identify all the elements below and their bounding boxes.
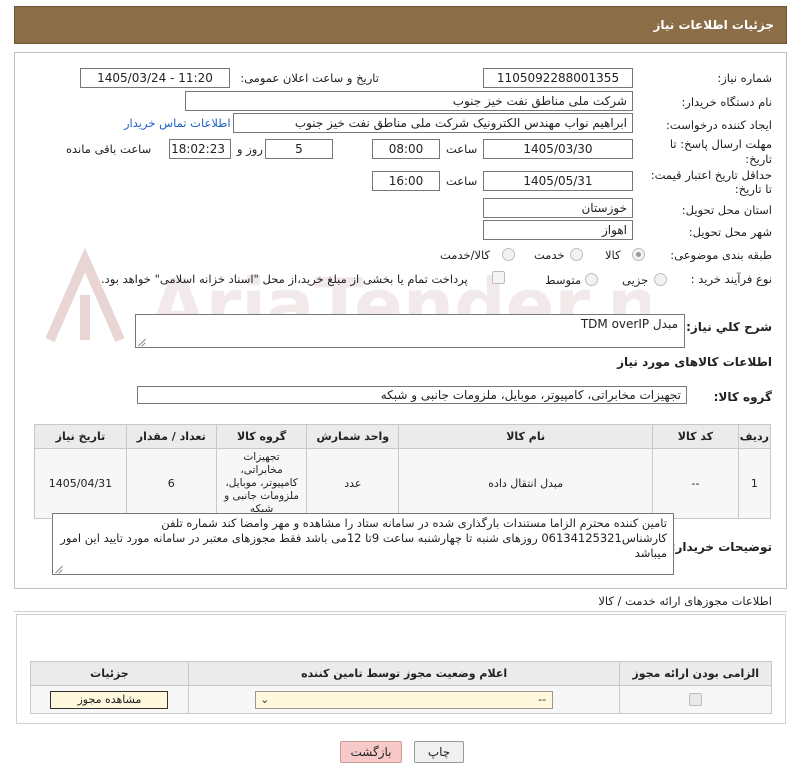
col-group: گروه کالا: [215, 424, 308, 449]
price-validity-time-label: ساعت: [446, 174, 478, 188]
cell-date: 1405/04/31: [34, 448, 127, 519]
treasury-payment-note: پرداخت تمام یا بخشی از مبلغ خرید،از محل …: [101, 272, 468, 286]
price-validity-date-label: تا تاریخ:: [734, 182, 772, 196]
deadline-date-label: تاریخ:: [745, 152, 772, 166]
buyer-notes-textarea[interactable]: تامین کننده محترم الزاما مستندات بارگذار…: [52, 513, 674, 575]
buyer-notes-label: توضیحات خریدار:: [670, 540, 772, 554]
category-option-goods: کالا: [605, 248, 621, 262]
category-option-goods-service: کالا/خدمت: [440, 248, 491, 262]
buyer-org-label: نام دستگاه خریدار:: [681, 95, 772, 109]
col-permit-status: اعلام وضعیت مجوز توسط تامین کننده: [187, 661, 621, 686]
category-radio-goods-service[interactable]: [502, 248, 515, 261]
page-title: جزئیات اطلاعات نیاز: [653, 18, 774, 32]
process-radio-medium[interactable]: [585, 273, 598, 286]
time-remaining-field: 18:02:23: [169, 139, 231, 159]
cell-row: 1: [737, 448, 772, 519]
process-option-minor: جزیی: [622, 273, 649, 287]
category-radio-service[interactable]: [570, 248, 583, 261]
goods-group-label: گروه کالا:: [713, 390, 772, 404]
need-number-label: شماره نیاز:: [717, 71, 772, 85]
cell-qty: 6: [125, 448, 217, 519]
process-option-medium: متوسط: [545, 273, 582, 287]
city-label: شهر محل تحویل:: [688, 225, 772, 239]
permit-status-value: --: [538, 692, 547, 706]
permits-table: الزامی بودن ارائه مجوز اعلام وضعیت مجوز …: [30, 661, 772, 714]
view-permit-button[interactable]: مشاهده مجوز: [50, 690, 169, 709]
section-divider: [14, 611, 787, 612]
deadline-time-field: 08:00: [372, 139, 440, 159]
col-row: ردیف: [737, 424, 772, 449]
category-option-service: خدمت: [534, 248, 565, 262]
treasury-payment-checkbox[interactable]: [492, 271, 505, 284]
col-permit-required: الزامی بودن ارائه مجوز: [619, 661, 772, 686]
description-text: مبدل TDM overIP: [580, 317, 678, 331]
description-label: شرح کلي نياز:: [686, 320, 772, 334]
permit-status-cell: ⌄ --: [187, 685, 621, 714]
buyer-contact-link[interactable]: اطلاعات تماس خریدار: [124, 116, 231, 130]
province-label: استان محل تحویل:: [681, 203, 772, 217]
price-validity-date-field: 1405/05/31: [483, 171, 633, 191]
resize-handle-icon[interactable]: [55, 565, 63, 573]
need-number-field: 1105092288001355: [483, 68, 633, 88]
category-radio-goods[interactable]: [632, 248, 645, 261]
permit-details-cell: مشاهده مجوز: [30, 685, 189, 714]
time-remaining-label: ساعت باقی مانده: [66, 142, 152, 156]
resize-handle-icon[interactable]: [138, 338, 146, 346]
permit-required-cell: [619, 685, 772, 714]
col-date: تاریخ نیاز: [34, 424, 127, 449]
city-field: اهواز: [483, 220, 633, 240]
goods-section-title: اطلاعات کالاهای مورد نیاز: [617, 355, 772, 369]
back-button[interactable]: بازگشت: [340, 741, 402, 763]
buyer-notes-text: تامین کننده محترم الزاما مستندات بارگذار…: [60, 516, 667, 560]
creator-label: ایجاد کننده درخواست:: [666, 118, 772, 132]
process-radio-minor[interactable]: [654, 273, 667, 286]
col-qty: تعداد / مقدار: [125, 424, 217, 449]
deadline-date-field: 1405/03/30: [483, 139, 633, 159]
process-type-label: نوع فرآیند خرید :: [690, 272, 772, 286]
category-label: طبقه بندی موضوعی:: [670, 248, 772, 262]
price-validity-time-field: 16:00: [372, 171, 440, 191]
permit-status-select[interactable]: ⌄ --: [255, 690, 554, 709]
province-field: خوزستان: [483, 198, 633, 218]
permits-section-title: اطلاعات مجوزهای ارائه خدمت / کالا: [598, 594, 772, 608]
description-textarea[interactable]: مبدل TDM overIP: [135, 314, 685, 348]
announce-date-label: تاریخ و ساعت اعلان عمومی:: [240, 71, 379, 85]
chevron-down-icon: ⌄: [260, 692, 270, 706]
deadline-time-label: ساعت: [446, 142, 478, 156]
price-validity-label: حداقل تاریخ اعتبار قیمت:: [650, 168, 772, 182]
goods-table: ردیف کد کالا نام کالا واحد شمارش گروه کا…: [34, 424, 772, 519]
cell-group: تجهیزات مخابراتی، کامپیوتر، موبایل، ملزو…: [215, 448, 308, 519]
table-row: ⌄ -- مشاهده مجوز: [30, 685, 772, 714]
deadline-label: مهلت ارسال پاسخ: تا: [669, 137, 772, 151]
print-button[interactable]: چاپ: [414, 741, 464, 763]
table-row: 1 -- مبدل انتقال داده عدد تجهیزات مخابرا…: [34, 448, 772, 519]
cell-name: مبدل انتقال داده: [398, 448, 654, 519]
days-remaining-field: 5: [265, 139, 333, 159]
goods-group-field: تجهیزات مخابراتی، کامپیوتر، موبایل، ملزو…: [137, 386, 687, 404]
announce-date-field: 1405/03/24 - 11:20: [80, 68, 230, 88]
buyer-org-field: شرکت ملی مناطق نفت خیز جنوب: [185, 91, 633, 111]
col-unit: واحد شمارش: [306, 424, 400, 449]
cell-unit: عدد: [306, 448, 400, 519]
cell-code: --: [652, 448, 739, 519]
col-name: نام کالا: [398, 424, 654, 449]
page-header: جزئیات اطلاعات نیاز: [14, 6, 787, 44]
col-permit-details: جزئیات: [30, 661, 189, 686]
days-label: روز و: [237, 142, 263, 156]
permit-required-checkbox: [689, 693, 703, 707]
creator-field: ابراهیم نواب مهندس الکترونیک شرکت ملی من…: [233, 113, 633, 133]
col-code: کد کالا: [652, 424, 739, 449]
